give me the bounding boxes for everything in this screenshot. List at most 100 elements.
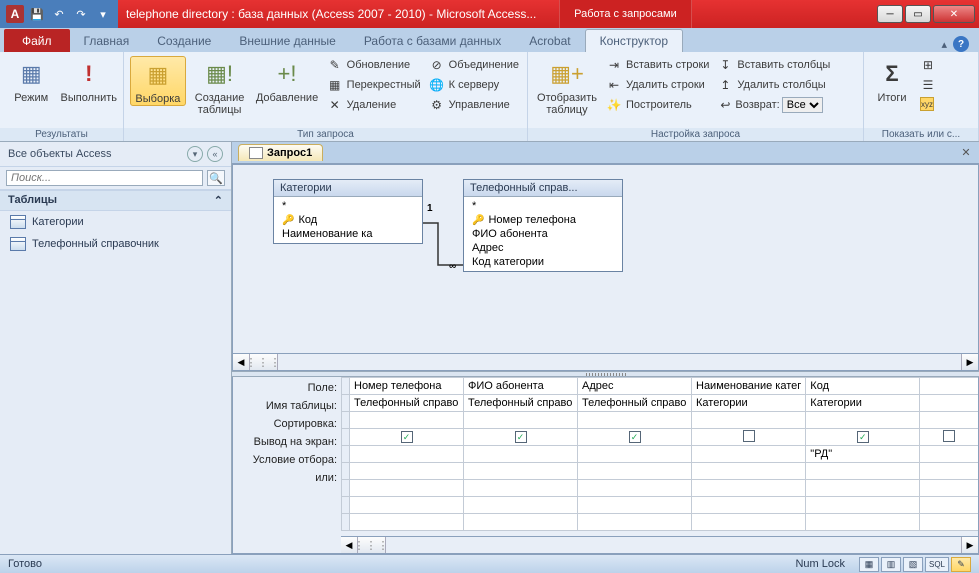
- grid-cell[interactable]: Номер телефона: [350, 378, 464, 395]
- grid-cell[interactable]: [464, 480, 578, 497]
- grid-cell[interactable]: [464, 463, 578, 480]
- grid-cell[interactable]: "РД": [806, 446, 920, 463]
- nav-group-tables[interactable]: Таблицы: [8, 194, 57, 207]
- grid-cell[interactable]: [578, 446, 692, 463]
- save-icon[interactable]: 💾: [28, 5, 46, 23]
- ribbon-minimize-icon[interactable]: ▴: [941, 38, 947, 51]
- view-datasheet-button[interactable]: ▦: [859, 557, 879, 572]
- grid-cell[interactable]: [350, 514, 464, 531]
- grid-cell[interactable]: ✓: [578, 429, 692, 446]
- grid-cell[interactable]: [806, 497, 920, 514]
- tab-external[interactable]: Внешние данные: [225, 30, 350, 52]
- grid-cell[interactable]: Телефонный справо: [578, 395, 692, 412]
- view-design-button[interactable]: ✎: [951, 557, 971, 572]
- grid-cell[interactable]: [578, 497, 692, 514]
- field-item[interactable]: Наименование ка: [274, 227, 422, 241]
- undo-icon[interactable]: ↶: [50, 5, 68, 23]
- select-query-button[interactable]: ▦ Выборка: [130, 56, 186, 106]
- scroll-thumb[interactable]: ⋮⋮⋮: [250, 354, 278, 370]
- nav-collapse-icon[interactable]: «: [207, 146, 223, 162]
- grid-cell[interactable]: Телефонный справо: [464, 395, 578, 412]
- grid-cell[interactable]: Категории: [806, 395, 920, 412]
- update-button[interactable]: ✎Обновление: [325, 56, 423, 74]
- params-button[interactable]: ⊞: [918, 56, 938, 74]
- grid-cell[interactable]: [806, 463, 920, 480]
- nav-item-categories[interactable]: Категории: [0, 211, 231, 233]
- document-close-button[interactable]: ✕: [957, 145, 975, 161]
- grid-scroll-thumb[interactable]: ⋮⋮⋮: [358, 537, 386, 553]
- field-key[interactable]: 🔑Код: [274, 213, 422, 227]
- grid-cell[interactable]: [578, 412, 692, 429]
- redo-icon[interactable]: ↷: [72, 5, 90, 23]
- delete-rows-button[interactable]: ⇤Удалить строки: [604, 76, 711, 94]
- tab-acrobat[interactable]: Acrobat: [515, 30, 584, 52]
- grid-cell[interactable]: Адрес: [578, 378, 692, 395]
- designer-table-directory[interactable]: Телефонный справ... * 🔑Номер телефона ФИ…: [463, 179, 623, 272]
- nav-dropdown-icon[interactable]: ▾: [187, 146, 203, 162]
- view-button[interactable]: ▦ Режим: [6, 56, 57, 104]
- builder-button[interactable]: ✨Построитель: [604, 96, 711, 114]
- field-star[interactable]: *: [274, 199, 422, 213]
- query-grid[interactable]: Номер телефонаФИО абонентаАдресНаименова…: [341, 377, 978, 553]
- query-designer[interactable]: Категории * 🔑Код Наименование ка Телефон…: [232, 164, 979, 354]
- showtable-button[interactable]: ▦+ Отобразить таблицу: [534, 56, 600, 116]
- field-item[interactable]: Код категории: [464, 255, 622, 269]
- qat-dropdown-icon[interactable]: ▾: [94, 5, 112, 23]
- tab-file[interactable]: Файл: [4, 29, 70, 52]
- delete-button[interactable]: ✕Удаление: [325, 96, 423, 114]
- grid-cell[interactable]: [350, 412, 464, 429]
- return-select[interactable]: Все: [782, 97, 823, 113]
- tablenames-button[interactable]: xyz: [918, 96, 938, 112]
- totals-button[interactable]: Σ Итоги: [870, 56, 914, 104]
- nav-search-input[interactable]: [6, 170, 203, 186]
- grid-cell[interactable]: [692, 480, 806, 497]
- delete-cols-button[interactable]: ↥Удалить столбцы: [715, 76, 832, 94]
- minimize-button[interactable]: ─: [877, 5, 903, 23]
- grid-cell[interactable]: ✓: [806, 429, 920, 446]
- nav-title[interactable]: Все объекты Access: [8, 148, 111, 160]
- grid-cell[interactable]: [806, 514, 920, 531]
- designer-hscroll[interactable]: ◀ ⋮⋮⋮ ▶: [232, 354, 979, 371]
- propsheet-button[interactable]: ☰: [918, 76, 938, 94]
- view-pivot-button[interactable]: ▥: [881, 557, 901, 572]
- grid-cell[interactable]: [350, 463, 464, 480]
- field-key[interactable]: 🔑Номер телефона: [464, 213, 622, 227]
- passthrough-button[interactable]: 🌐К серверу: [427, 76, 521, 94]
- grid-cell[interactable]: [464, 497, 578, 514]
- field-item[interactable]: ФИО абонента: [464, 227, 622, 241]
- grid-cell[interactable]: Наименование катег: [692, 378, 806, 395]
- collapse-group-icon[interactable]: ⌃: [214, 194, 223, 207]
- scroll-right-icon[interactable]: ▶: [961, 354, 978, 370]
- grid-cell[interactable]: [692, 412, 806, 429]
- grid-cell[interactable]: [806, 412, 920, 429]
- tab-designer[interactable]: Конструктор: [585, 29, 683, 52]
- search-icon[interactable]: 🔍: [207, 170, 225, 186]
- return-rows[interactable]: ↩Возврат: Все: [715, 96, 832, 114]
- grid-cell[interactable]: [464, 446, 578, 463]
- grid-cell[interactable]: [692, 463, 806, 480]
- grid-cell[interactable]: [350, 446, 464, 463]
- grid-cell[interactable]: [692, 446, 806, 463]
- nav-item-directory[interactable]: Телефонный справочник: [0, 233, 231, 255]
- grid-cell[interactable]: [692, 497, 806, 514]
- grid-cell[interactable]: [464, 412, 578, 429]
- union-button[interactable]: ⊘Объединение: [427, 56, 521, 74]
- crosstab-button[interactable]: ▦Перекрестный: [325, 76, 423, 94]
- grid-cell[interactable]: [692, 514, 806, 531]
- close-button[interactable]: ✕: [933, 5, 975, 23]
- maketable-button[interactable]: ▦! Создание таблицы: [190, 56, 250, 116]
- datadef-button[interactable]: ⚙Управление: [427, 96, 521, 114]
- grid-cell[interactable]: [578, 463, 692, 480]
- grid-cell[interactable]: [578, 514, 692, 531]
- field-star[interactable]: *: [464, 199, 622, 213]
- grid-cell[interactable]: [806, 480, 920, 497]
- maximize-button[interactable]: ▭: [905, 5, 931, 23]
- grid-scroll-right-icon[interactable]: ▶: [961, 537, 978, 553]
- grid-cell[interactable]: ✓: [464, 429, 578, 446]
- grid-cell[interactable]: [578, 480, 692, 497]
- designer-table-categories[interactable]: Категории * 🔑Код Наименование ка: [273, 179, 423, 244]
- grid-cell[interactable]: [350, 480, 464, 497]
- grid-cell[interactable]: ✓: [350, 429, 464, 446]
- tab-create[interactable]: Создание: [143, 30, 225, 52]
- grid-cell[interactable]: ФИО абонента: [464, 378, 578, 395]
